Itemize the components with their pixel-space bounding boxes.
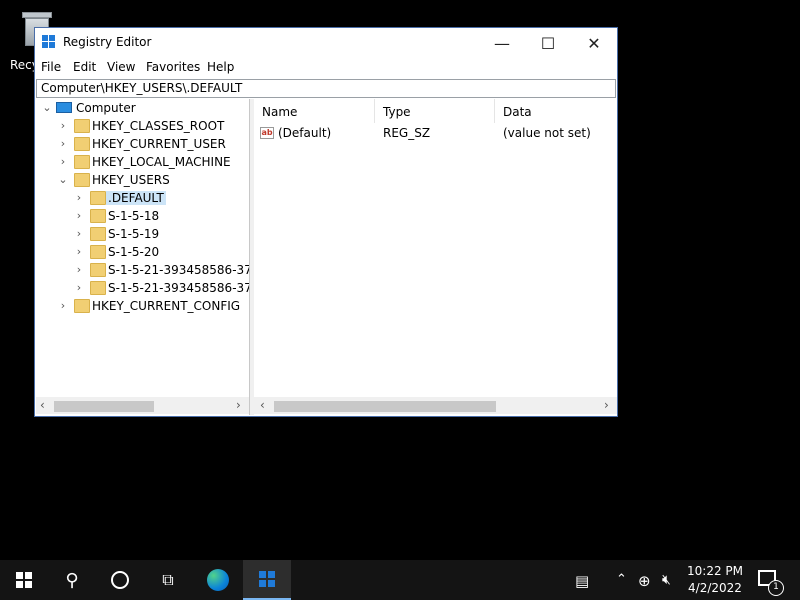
folder-icon: [90, 245, 106, 259]
tree-node-s-1-5-18[interactable]: › S-1-5-18: [74, 208, 249, 226]
column-header-name[interactable]: Name: [254, 99, 375, 123]
registry-editor-app-icon: [42, 35, 56, 49]
selected-key-label: .DEFAULT: [106, 191, 166, 205]
scroll-left-arrow-icon[interactable]: ‹: [260, 398, 265, 412]
folder-icon: [74, 119, 90, 133]
cortana-button[interactable]: [96, 560, 144, 600]
value-data: (value not set): [503, 126, 591, 140]
registry-editor-taskbar-button[interactable]: [243, 560, 291, 600]
menu-bar: File Edit View Favorites Help: [35, 58, 617, 78]
tree-node-hkey-current-config[interactable]: › HKEY_CURRENT_CONFIG: [58, 298, 248, 316]
window-title: Registry Editor: [63, 35, 152, 49]
folder-icon: [90, 227, 106, 241]
expand-chevron-icon[interactable]: ›: [74, 245, 84, 258]
expand-chevron-icon[interactable]: ›: [74, 281, 84, 294]
expand-chevron-icon[interactable]: ›: [58, 155, 68, 168]
menu-file[interactable]: File: [41, 60, 61, 74]
menu-favorites[interactable]: Favorites: [146, 60, 200, 74]
scroll-right-arrow-icon[interactable]: ›: [236, 398, 241, 412]
expand-chevron-icon[interactable]: ›: [58, 299, 68, 312]
tree-node-hkey-users[interactable]: ⌄ HKEY_USERS: [58, 172, 248, 190]
edge-taskbar-button[interactable]: [194, 560, 242, 600]
folder-icon: [74, 137, 90, 151]
scrollbar-thumb[interactable]: [54, 401, 154, 412]
values-list-pane[interactable]: Name Type Data ab (Default) REG_SZ (valu…: [254, 99, 617, 415]
expand-chevron-icon[interactable]: ›: [74, 191, 84, 204]
folder-open-icon: [74, 173, 90, 187]
notification-count-badge: 1: [768, 580, 784, 596]
expand-chevron-icon[interactable]: ›: [58, 137, 68, 150]
value-type: REG_SZ: [383, 126, 431, 140]
tree-horizontal-scrollbar[interactable]: ‹ ›: [36, 397, 249, 414]
maximize-button[interactable]: ☐: [525, 28, 571, 58]
network-globe-icon[interactable]: ⊕: [638, 572, 651, 590]
windows-logo-icon: [16, 572, 32, 588]
tree-node-default[interactable]: › .DEFAULT: [74, 190, 249, 208]
tree-node-hkey-classes-root[interactable]: › HKEY_CLASSES_ROOT: [58, 118, 248, 136]
column-header-data[interactable]: Data: [495, 99, 617, 123]
expand-chevron-icon[interactable]: ›: [74, 209, 84, 222]
start-button[interactable]: [0, 560, 48, 600]
value-name: (Default): [278, 126, 332, 140]
address-bar[interactable]: Computer\HKEY_USERS\.DEFAULT: [36, 79, 616, 98]
clock[interactable]: 10:22 PM 4/2/2022: [685, 563, 745, 597]
collapse-chevron-icon[interactable]: ⌄: [58, 173, 68, 186]
folder-icon: [74, 155, 90, 169]
expand-chevron-icon[interactable]: ›: [74, 227, 84, 240]
menu-view[interactable]: View: [107, 60, 135, 74]
column-header-type[interactable]: Type: [375, 99, 495, 123]
title-bar[interactable]: Registry Editor — ☐ ✕: [35, 28, 617, 58]
tree-node-s-1-5-19[interactable]: › S-1-5-19: [74, 226, 249, 244]
string-value-icon: ab: [260, 127, 274, 139]
cortana-circle-icon: [111, 571, 129, 589]
list-horizontal-scrollbar[interactable]: ‹ ›: [254, 397, 617, 414]
computer-icon: [56, 102, 72, 113]
tree-node-computer[interactable]: ⌄ Computer: [42, 100, 242, 118]
scrollbar-thumb[interactable]: [274, 401, 496, 412]
task-view-icon: ⧉: [162, 570, 174, 589]
tree-node-s-1-5-21-a[interactable]: › S-1-5-21-393458586-37145: [74, 262, 249, 280]
collapse-chevron-icon[interactable]: ⌄: [42, 101, 52, 114]
tree-node-s-1-5-21-b[interactable]: › S-1-5-21-393458586-37145: [74, 280, 249, 298]
scroll-right-arrow-icon[interactable]: ›: [604, 398, 609, 412]
tree-node-hkey-local-machine[interactable]: › HKEY_LOCAL_MACHINE: [58, 154, 248, 172]
volume-muted-icon[interactable]: 🔇︎: [662, 572, 671, 588]
tree-node-s-1-5-20[interactable]: › S-1-5-20: [74, 244, 249, 262]
edge-icon: [207, 569, 229, 591]
expand-chevron-icon[interactable]: ›: [58, 119, 68, 132]
folder-icon: [90, 191, 106, 205]
scroll-left-arrow-icon[interactable]: ‹: [40, 398, 45, 412]
folder-icon: [74, 299, 90, 313]
value-row[interactable]: ab (Default) REG_SZ (value not set): [254, 123, 617, 143]
search-icon: ⚲: [65, 569, 79, 591]
key-tree-pane[interactable]: ⌄ Computer › HKEY_CLASSES_ROOT › HKEY_CU…: [36, 99, 250, 415]
minimize-button[interactable]: —: [479, 28, 525, 58]
clock-time: 10:22 PM: [687, 564, 743, 578]
address-text: Computer\HKEY_USERS\.DEFAULT: [41, 81, 243, 95]
clock-date: 4/2/2022: [688, 581, 742, 595]
taskbar: ⚲ ⧉ ▤ ⌃ ⊕ 🔇︎ 10:22 PM 4/2/2022 1: [0, 560, 800, 600]
folder-icon: [90, 263, 106, 277]
show-hidden-icons-chevron-icon[interactable]: ⌃: [616, 572, 627, 587]
registry-editor-window: Registry Editor — ☐ ✕ File Edit View Fav…: [34, 27, 618, 417]
news-widget-icon[interactable]: ▤: [575, 572, 589, 590]
folder-icon: [90, 209, 106, 223]
search-button[interactable]: ⚲: [48, 560, 96, 600]
expand-chevron-icon[interactable]: ›: [74, 263, 84, 276]
menu-edit[interactable]: Edit: [73, 60, 96, 74]
tree-node-hkey-current-user[interactable]: › HKEY_CURRENT_USER: [58, 136, 248, 154]
task-view-button[interactable]: ⧉: [144, 560, 192, 600]
close-button[interactable]: ✕: [571, 28, 617, 58]
folder-icon: [90, 281, 106, 295]
registry-editor-icon: [259, 571, 275, 587]
menu-help[interactable]: Help: [207, 60, 234, 74]
